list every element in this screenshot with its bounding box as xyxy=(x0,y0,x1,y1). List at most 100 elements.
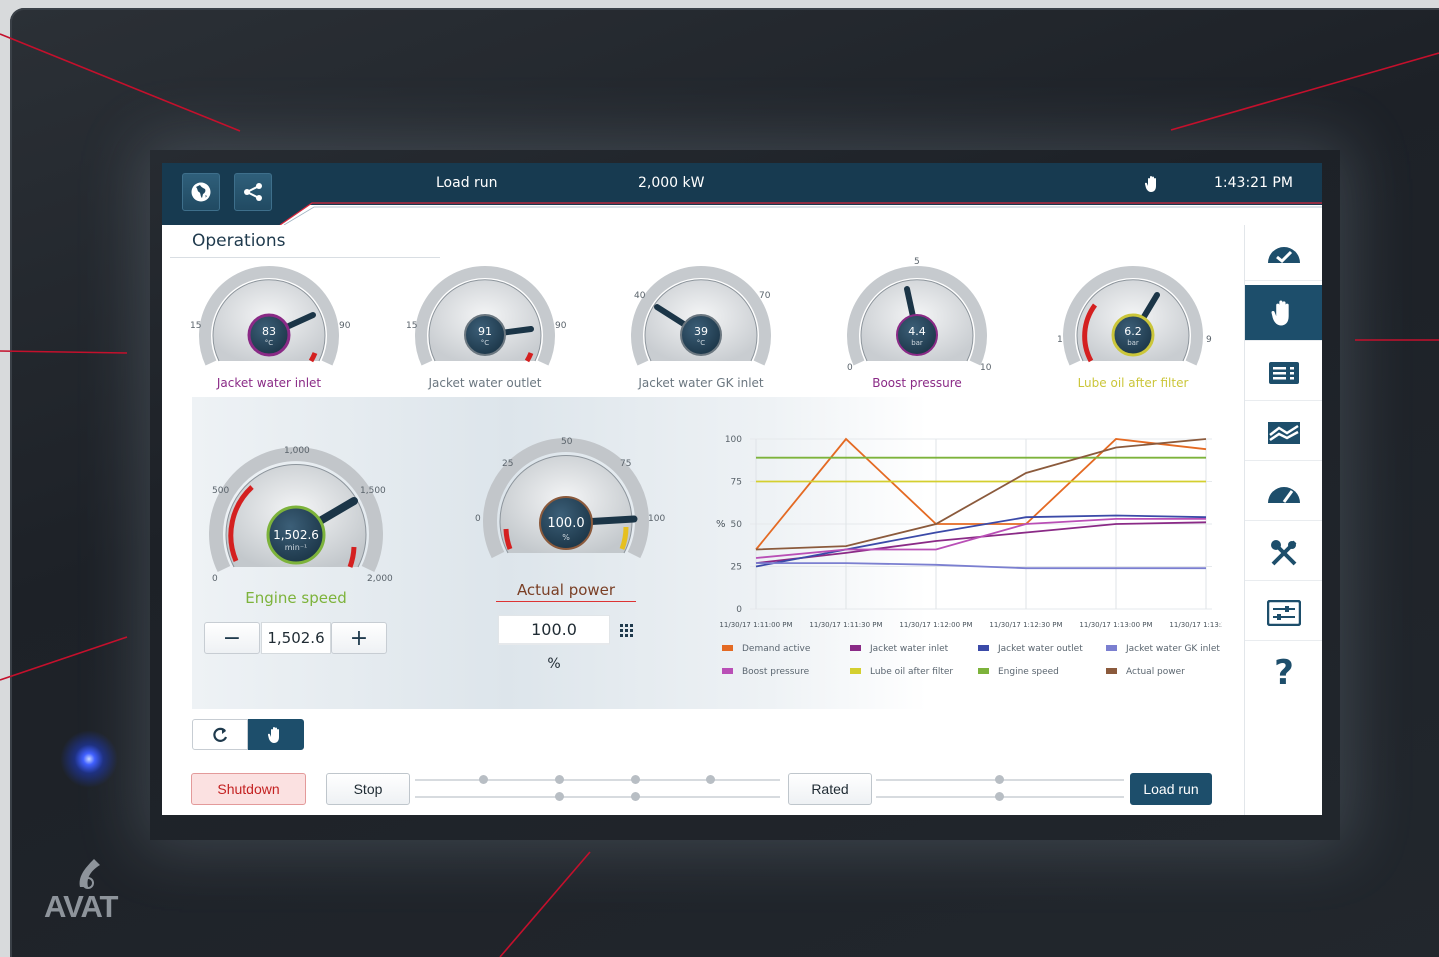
engine-speed-tick: 1,500 xyxy=(360,486,386,496)
y-axis-label: % xyxy=(716,519,726,530)
keypad-icon[interactable] xyxy=(620,624,633,637)
sequence-step-dot xyxy=(706,775,715,784)
hand-icon xyxy=(268,726,279,743)
sidebar-item-settings[interactable] xyxy=(1245,585,1322,641)
sequence-step-dot xyxy=(555,775,564,784)
gauge-value: 39 xyxy=(694,325,708,338)
stop-button[interactable]: Stop xyxy=(326,773,410,805)
small-gauges xyxy=(199,266,1203,366)
actual-power-unit: % xyxy=(562,533,570,542)
hmi-screen: Load run 2,000 kW 1:43:21 PM Operations xyxy=(162,163,1322,815)
actual-power-tick: 0 xyxy=(475,514,481,524)
engine-speed-value: 1,502.6 xyxy=(273,528,319,542)
actual-power-value: 100.0 xyxy=(547,516,585,531)
sequence-step-dot xyxy=(631,792,640,801)
gauge-lube-oil-after-filter xyxy=(1063,266,1203,366)
gauge-max: 10 xyxy=(980,363,992,373)
actual-power-tick: 100 xyxy=(648,514,666,524)
y-tick-label: 0 xyxy=(736,605,742,615)
big-gauges xyxy=(209,438,649,573)
trend-icon xyxy=(1268,421,1300,444)
y-tick-label: 75 xyxy=(731,478,742,488)
engine-speed-tick: 1,000 xyxy=(284,446,310,456)
legend-swatch xyxy=(722,668,733,674)
sequence-step-dot xyxy=(479,775,488,784)
legend-swatch xyxy=(978,645,989,651)
legend-item: Actual power xyxy=(1126,667,1185,677)
list-icon xyxy=(1269,361,1299,384)
gauge-unit: bar xyxy=(911,339,923,347)
gauge-max: 9 xyxy=(1206,335,1212,345)
legend-item: Jacket water GK inlet xyxy=(1125,644,1220,654)
gauge-label-jacket-water-inlet: Jacket water inlet xyxy=(216,376,322,390)
settings-icon xyxy=(1267,599,1301,626)
gauge-boost-pressure xyxy=(847,266,987,366)
x-tick-label: 11/30/17 1:12:30 PM xyxy=(989,621,1062,629)
sequence-rail-lower xyxy=(415,796,780,798)
sequence-step-dot xyxy=(995,792,1004,801)
brand-text: AVAT xyxy=(44,889,118,924)
gauge-max: 90 xyxy=(339,321,351,331)
gauge-min: 1 xyxy=(1057,335,1063,345)
gauge-max: 70 xyxy=(759,291,771,301)
series-line-jacket-water-gk-inlet xyxy=(756,562,1206,570)
y-tick-label: 25 xyxy=(731,563,742,573)
sidebar-item-list[interactable] xyxy=(1245,345,1322,401)
legend-item: Jacket water outlet xyxy=(997,644,1083,654)
gauge-min: 15 xyxy=(406,321,418,331)
actual-power-tick: 25 xyxy=(502,459,514,469)
engine-speed-label: Engine speed xyxy=(245,589,347,607)
legend-swatch xyxy=(722,645,733,651)
legend-swatch xyxy=(850,668,861,674)
y-tick-label: 100 xyxy=(725,435,742,445)
sidebar-item-trend[interactable] xyxy=(1245,405,1322,461)
load-run-button[interactable]: Load run xyxy=(1130,773,1212,805)
engine-speed-tick: 500 xyxy=(212,486,230,496)
auto-mode-button[interactable] xyxy=(192,719,248,750)
gauge-unit: °C xyxy=(696,339,706,347)
x-tick-label: 11/30/17 1:12:00 PM xyxy=(899,621,972,629)
sidebar-item-help[interactable]: ? xyxy=(1245,645,1322,701)
sidebar-item-dashboard[interactable] xyxy=(1245,225,1322,281)
gauge-label-jacket-water-outlet: Jacket water outlet xyxy=(428,376,542,390)
power-setpoint-field[interactable]: 100.0 xyxy=(498,615,610,645)
power-led xyxy=(60,730,118,788)
sidebar-item-gauges[interactable] xyxy=(1245,465,1322,521)
x-tick-label: 11/30/17 1:11:30 PM xyxy=(809,621,882,629)
power-setpoint-unit: % xyxy=(547,656,561,672)
engine-speed-tick: 0 xyxy=(212,574,218,584)
gauge-unit: bar xyxy=(1127,339,1139,347)
legend-swatch xyxy=(1106,668,1117,674)
x-tick-label: 11/30/17 1:13:30 PM xyxy=(1169,621,1222,629)
series-line-actual-power xyxy=(755,438,1207,551)
gauge-icon xyxy=(1268,486,1300,503)
brand-logo: AVAT xyxy=(44,855,136,925)
legend-swatch xyxy=(850,645,861,651)
legend-item: Demand active xyxy=(742,644,811,654)
increase-speed-button[interactable]: + xyxy=(331,622,387,654)
hand-icon xyxy=(1271,300,1289,325)
gauge-jacket-water-gk-inlet xyxy=(631,266,771,366)
gauge-min: 15 xyxy=(190,321,202,331)
legend-item: Boost pressure xyxy=(742,667,810,677)
tools-icon xyxy=(1271,539,1297,565)
series-line-jacket-water-inlet xyxy=(755,521,1207,564)
dashboard-icon xyxy=(1268,246,1300,263)
shutdown-button[interactable]: Shutdown xyxy=(191,773,306,805)
decrease-speed-button[interactable]: − xyxy=(204,622,260,654)
gauge-jacket-water-outlet xyxy=(415,266,555,366)
gauge-jacket-water-inlet xyxy=(199,266,339,366)
sidebar-item-manual[interactable] xyxy=(1245,285,1322,341)
actual-power-tick: 75 xyxy=(620,459,632,469)
gauge-max: 90 xyxy=(555,321,567,331)
actual-power-label: Actual power xyxy=(496,581,636,602)
sidebar-item-tools[interactable] xyxy=(1245,525,1322,581)
refresh-icon xyxy=(213,727,228,742)
speed-setpoint-field[interactable]: 1,502.6 xyxy=(261,622,331,654)
gauge-min: 0 xyxy=(847,363,853,373)
rated-button[interactable]: Rated xyxy=(788,773,872,805)
sequence-step-dot xyxy=(995,775,1004,784)
actual-power-tick: 50 xyxy=(561,437,573,447)
engine-speed-unit: min⁻¹ xyxy=(284,543,308,552)
manual-mode-button[interactable] xyxy=(248,719,304,750)
